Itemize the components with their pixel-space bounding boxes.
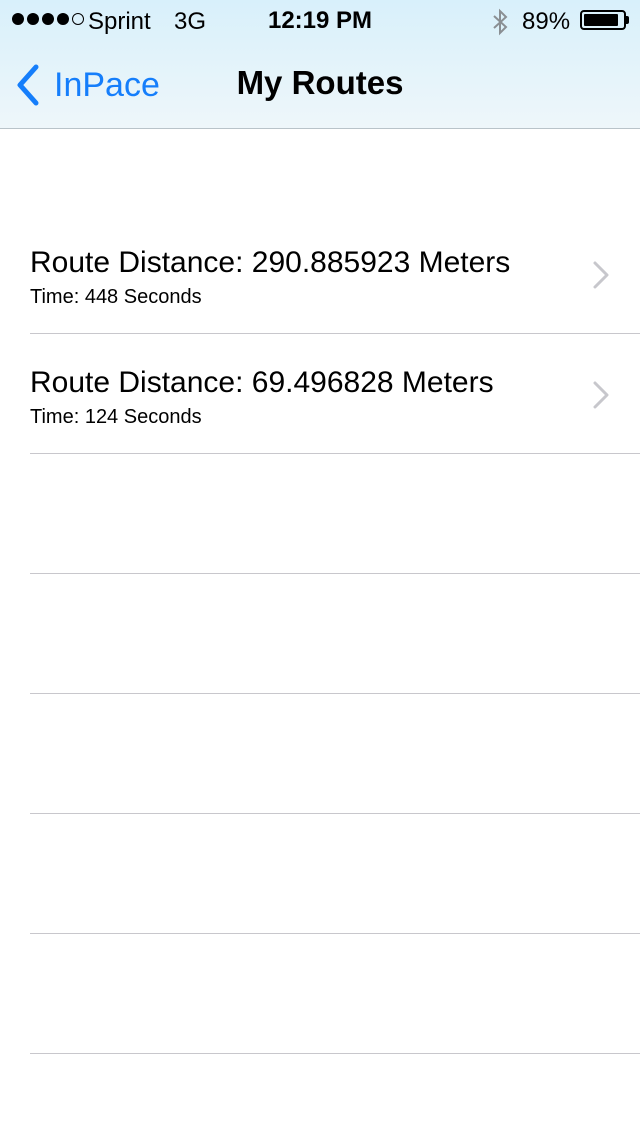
route-distance: Route Distance: 290.885923 Meters — [30, 246, 511, 279]
page-title: My Routes — [236, 64, 404, 101]
row-separator — [30, 1053, 640, 1054]
empty-table-rows — [0, 454, 640, 1054]
battery-icon — [580, 10, 626, 30]
route-distance: Route Distance: 69.496828 Meters — [30, 366, 494, 399]
empty-row — [0, 814, 640, 934]
route-time: Time: 124 Seconds — [30, 406, 202, 428]
route-time: Time: 448 Seconds — [30, 286, 202, 308]
empty-row — [0, 934, 640, 1054]
bluetooth-icon — [493, 8, 508, 36]
status-bar: Sprint 3G 12:19 PM 89% — [0, 0, 640, 40]
disclosure-chevron-icon — [593, 381, 609, 409]
route-row[interactable]: Route Distance: 290.885923 Meters Time: … — [0, 214, 640, 334]
empty-row — [0, 574, 640, 694]
top-bar: Sprint 3G 12:19 PM 89% InPace My Routes — [0, 0, 640, 129]
route-row[interactable]: Route Distance: 69.496828 Meters Time: 1… — [0, 334, 640, 454]
empty-row — [0, 694, 640, 814]
battery-percent: 89% — [522, 8, 571, 35]
battery-tip — [626, 16, 629, 24]
battery-fill — [584, 14, 618, 26]
routes-list: Route Distance: 290.885923 Meters Time: … — [0, 214, 640, 454]
empty-row — [0, 454, 640, 574]
disclosure-chevron-icon — [593, 261, 609, 289]
